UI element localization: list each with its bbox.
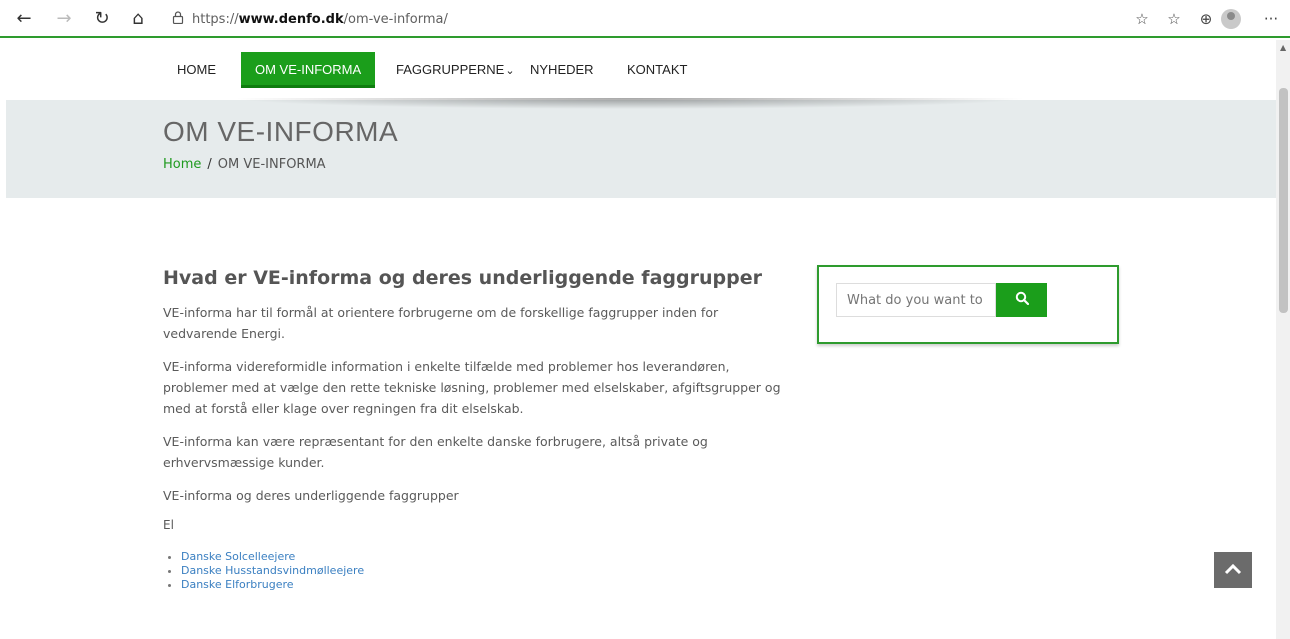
profile-avatar[interactable] (1221, 9, 1241, 29)
chevron-down-icon: ⌄ (505, 65, 515, 77)
nav-item-nyheder[interactable]: NYHEDER (530, 52, 594, 88)
paragraph: VE-informa videreformidle information i … (163, 359, 781, 416)
paragraph: VE-informa har til formål at orientere f… (163, 305, 719, 341)
url-text: https://www.denfo.dk/om-ve-informa/ (192, 11, 448, 27)
paragraph: VE-informa og deres underliggende faggru… (163, 488, 459, 503)
page-title: OM VE-INFORMA (163, 116, 399, 147)
nav-item-kontakt[interactable]: KONTAKT (627, 52, 687, 88)
breadcrumb: Home / OM VE-INFORMA (163, 157, 326, 172)
content-heading: Hvad er VE-informa og deres underliggend… (163, 267, 762, 289)
address-bar[interactable]: https://www.denfo.dk/om-ve-informa/ (172, 7, 448, 31)
lock-icon (172, 10, 184, 28)
scrollbar-thumb[interactable] (1279, 88, 1288, 313)
faggruppe-links: Danske Solcelleejere Danske Husstandsvin… (181, 550, 793, 592)
breadcrumb-home-link[interactable]: Home (163, 157, 201, 172)
link-danske-solcelleejere[interactable]: Danske Solcelleejere (181, 550, 295, 563)
browser-toolbar: ← → ↻ ⌂ https://www.denfo.dk/om-ve-infor… (0, 0, 1290, 38)
collections-icon[interactable]: ⊕ (1195, 8, 1217, 30)
reload-icon[interactable]: ↻ (90, 7, 114, 31)
search-input[interactable] (836, 283, 996, 317)
nav-item-home[interactable]: HOME (177, 52, 216, 88)
list-item: Danske Husstandsvindmølleejere (181, 564, 793, 578)
list-item: Danske Elforbrugere (181, 578, 793, 592)
main-content: Hvad er VE-informa og deres underliggend… (163, 262, 793, 592)
link-danske-husstandsvindmolleejere[interactable]: Danske Husstandsvindmølleejere (181, 564, 364, 577)
back-to-top-button[interactable] (1214, 552, 1252, 588)
chevron-up-icon (1224, 560, 1242, 579)
site-navigation: HOME OM VE-INFORMA FAGGRUPPERNE⌄ NYHEDER… (0, 40, 1276, 100)
scroll-up-icon[interactable]: ▲ (1280, 43, 1286, 52)
more-menu-icon[interactable]: ··· (1260, 8, 1282, 30)
search-button[interactable] (996, 283, 1047, 317)
breadcrumb-current: OM VE-INFORMA (217, 157, 326, 172)
search-icon (1015, 291, 1029, 309)
home-icon[interactable]: ⌂ (126, 7, 150, 31)
group-label: El (163, 518, 174, 532)
paragraph: VE-informa kan være repræsentant for den… (163, 434, 708, 470)
link-danske-elforbrugere[interactable]: Danske Elforbrugere (181, 578, 294, 591)
forward-arrow-icon[interactable]: → (52, 7, 76, 31)
list-item: Danske Solcelleejere (181, 550, 793, 564)
page-header-banner (6, 100, 1276, 198)
back-arrow-icon[interactable]: ← (12, 7, 36, 31)
add-favorite-icon[interactable]: ☆ (1131, 8, 1153, 30)
favorites-icon[interactable]: ☆ (1163, 8, 1185, 30)
nav-item-faggrupperne[interactable]: FAGGRUPPERNE⌄ (396, 52, 515, 88)
nav-item-om-ve-informa[interactable]: OM VE-INFORMA (241, 52, 376, 88)
breadcrumb-separator: / (207, 157, 212, 172)
nav-shadow (200, 98, 1060, 110)
